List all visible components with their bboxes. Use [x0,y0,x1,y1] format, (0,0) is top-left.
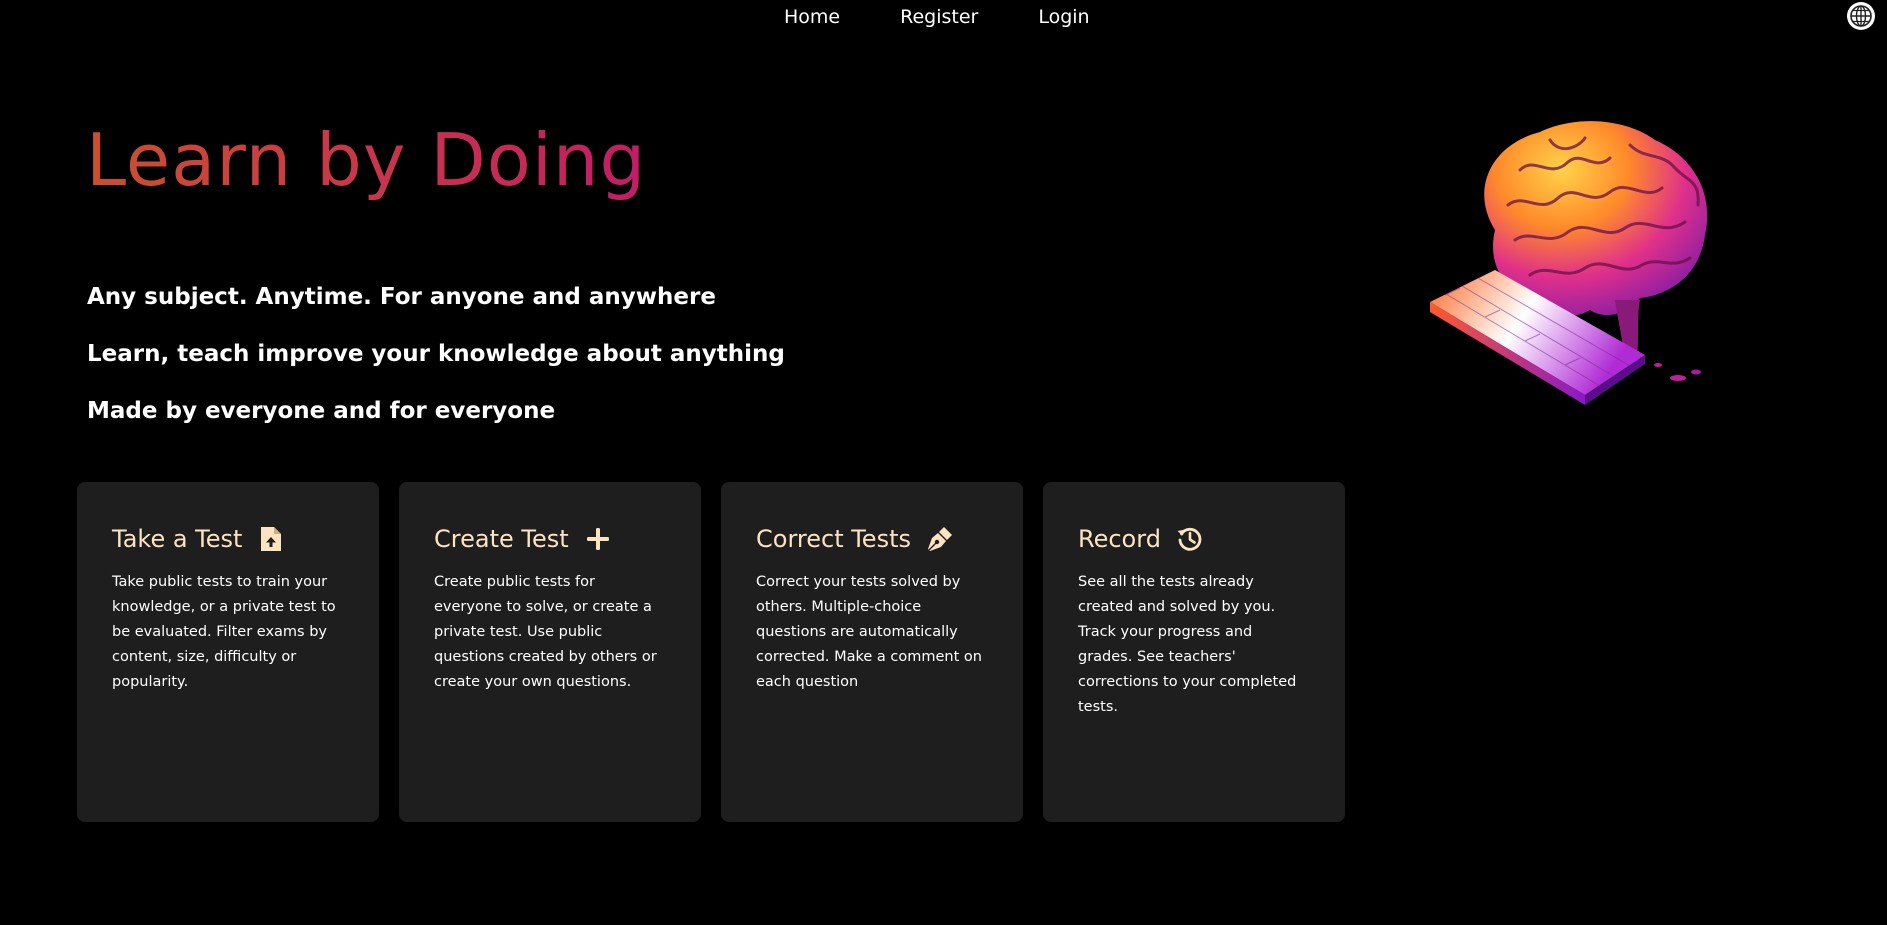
card-header: Create Test [434,522,667,556]
card-title: Take a Test [112,525,243,553]
language-button[interactable] [1847,2,1875,30]
feature-cards: Take a Test Take public tests to train y… [77,482,1345,822]
tagline-learn: Learn, teach improve your knowledge abou… [87,341,785,367]
plus-icon [583,524,613,554]
tagline-subject: Any subject. Anytime. For anyone and any… [87,284,716,310]
top-nav: Home Register Login [0,0,1887,34]
history-icon [1175,524,1205,554]
correct-tests-card[interactable]: Correct Tests Correct your tests solved … [721,482,1023,822]
take-test-card[interactable]: Take a Test Take public tests to train y… [77,482,379,822]
create-test-card[interactable]: Create Test Create public tests for ever… [399,482,701,822]
nav-links: Home Register Login [784,4,1090,30]
card-title: Record [1078,525,1161,553]
card-description: Create public tests for everyone to solv… [434,574,657,690]
card-header: Correct Tests [756,522,989,556]
nav-home-link[interactable]: Home [784,4,840,30]
tagline-made-by: Made by everyone and for everyone [87,398,556,424]
card-description: Correct your tests solved by others. Mul… [756,574,982,690]
record-card[interactable]: Record See all the tests already created… [1043,482,1345,822]
card-title: Correct Tests [756,525,911,553]
pen-nib-icon [925,524,955,554]
nav-login-link[interactable]: Login [1038,4,1089,30]
file-upload-icon [256,524,286,554]
globe-icon [1850,5,1872,27]
card-description: See all the tests already created and so… [1078,574,1297,715]
page-title: Learn by Doing [86,112,646,208]
brain-keyboard-illustration [1400,110,1745,415]
card-header: Record [1078,522,1311,556]
card-title: Create Test [434,525,569,553]
nav-register-link[interactable]: Register [900,4,978,30]
card-header: Take a Test [112,522,345,556]
card-description: Take public tests to train your knowledg… [112,574,336,690]
